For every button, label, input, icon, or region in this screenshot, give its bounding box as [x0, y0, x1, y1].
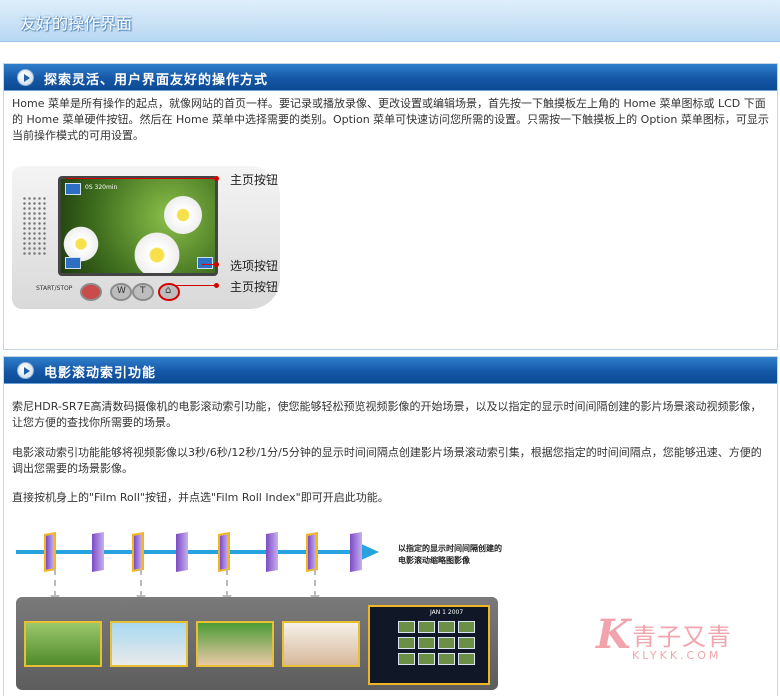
callout-line [174, 285, 216, 286]
zoom-t-button: T [132, 283, 154, 301]
dashed-arrow [50, 569, 60, 603]
paragraph: 索尼HDR-SR7E高清数码摄像机的电影滚动索引功能，使您能够轻松预览视频影像的… [12, 400, 762, 429]
flower-image [131, 229, 183, 273]
callout-home-hardware-button: 主页按钮 [230, 280, 279, 294]
film-frame [306, 531, 318, 573]
record-button [80, 283, 102, 301]
film-frame [350, 531, 362, 573]
home-icon [65, 183, 81, 195]
section-body-text: Home 菜单是所有操作的起点，就像网站的首页一样。要记录或播放录像、更改设置或… [12, 97, 769, 142]
callout-option-button: 选项按钮 [230, 259, 279, 273]
film-frame [132, 531, 144, 573]
camera-lcd-screen: 0S 320min [58, 176, 218, 276]
arrow-right-icon [17, 69, 34, 86]
film-icon [65, 257, 81, 269]
film-frame [266, 531, 278, 573]
remaining-time: 0S 320min [85, 184, 118, 191]
film-roll-panel: JAN 1 2007 [16, 597, 498, 690]
scene-thumbnail [24, 621, 102, 667]
film-frame [92, 531, 104, 573]
dashed-arrow [310, 569, 320, 603]
page-header: 友好的操作界面 [0, 0, 780, 42]
page-title: 友好的操作界面 [20, 14, 133, 33]
callout-line [66, 178, 216, 179]
paragraph: 电影滚动索引功能能够将视频影像以3秒/6秒/12秒/1分/5分钟的显示时间间隔点… [12, 446, 762, 475]
film-note: 以指定的显示时间间隔创建的 电影滚动缩略图影像 [398, 544, 502, 565]
film-frame [176, 531, 188, 573]
dashed-arrow [136, 569, 146, 603]
paragraph: 直接按机身上的"Film Roll"按钮，并点选"Film Roll Index… [12, 491, 389, 504]
callout-home-button: 主页按钮 [230, 173, 279, 187]
section-title: 探索灵活、用户界面友好的操作方式 [44, 73, 269, 88]
scene-thumbnail [282, 621, 360, 667]
film-roll-index-screen: JAN 1 2007 [368, 605, 490, 685]
scene-thumbnail [110, 621, 188, 667]
watermark-en: KLYKK.COM [632, 649, 722, 662]
speaker-grille [22, 196, 48, 256]
option-icon [197, 257, 213, 269]
arrow-right-icon [17, 362, 34, 379]
lcd-date: JAN 1 2007 [430, 609, 464, 616]
watermark-cn: 青子又青 [632, 623, 732, 651]
film-frame [218, 531, 230, 573]
film-frame [44, 531, 56, 573]
scene-thumbnail [196, 621, 274, 667]
section-header-film-roll: 电影滚动索引功能 [4, 357, 777, 384]
dashed-arrow [222, 569, 232, 603]
watermark-k: K [596, 611, 631, 658]
start-stop-label: START/STOP [36, 285, 73, 292]
callout-line [202, 264, 216, 265]
section-title: 电影滚动索引功能 [44, 366, 157, 381]
section-header-interface: 探索灵活、用户界面友好的操作方式 [4, 64, 777, 91]
section-interface: 探索灵活、用户界面友好的操作方式 Home 菜单是所有操作的起点，就像网站的首页… [3, 63, 778, 350]
arrow-right-icon [359, 543, 379, 561]
zoom-w-button: W [110, 283, 132, 301]
